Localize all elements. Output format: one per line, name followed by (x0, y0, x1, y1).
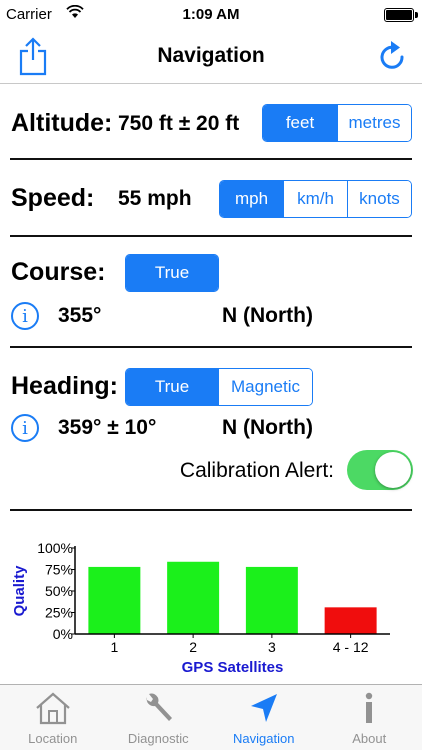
speed-unit-knots[interactable]: knots (347, 181, 411, 217)
gps-satellite-quality-chart: 0% 25% 50% 75% 100% 1 2 3 4 - 12 GPS Satellites Qu… (11, 540, 390, 676)
heading-readout-row: i 359° ± 10° N (North) (0, 412, 422, 446)
altitude-label: Altitude: (11, 109, 113, 137)
divider (10, 235, 412, 237)
heading-info-icon[interactable]: i (11, 414, 39, 442)
tab-about-label: About (352, 731, 387, 746)
bar (245, 566, 298, 634)
altitude-row: Altitude: 750 ft ± 20 ft feet metres (0, 100, 422, 150)
tab-navigation-label: Navigation (233, 731, 295, 746)
calibration-alert-toggle[interactable] (347, 450, 413, 490)
navigation-bar: Navigation (0, 30, 422, 84)
heading-row: Heading: True Magnetic (0, 364, 422, 410)
page-title: Navigation (157, 44, 265, 67)
y-tick-label: 50% (45, 583, 73, 599)
house-icon (36, 692, 70, 725)
course-reference-selector: True (125, 254, 219, 292)
wrench-icon (146, 693, 173, 721)
x-tick-label: 3 (268, 639, 276, 655)
heading-reference-true[interactable]: True (126, 369, 218, 405)
status-bar: Carrier 1:09 AM (0, 0, 422, 30)
x-axis-label: GPS Satellites (182, 659, 284, 676)
y-tick-label: 0% (53, 626, 73, 642)
heading-reference-magnetic[interactable]: Magnetic (218, 369, 312, 405)
divider (10, 346, 412, 348)
tab-navigation[interactable]: Navigation (211, 685, 317, 750)
tab-bar: Location Diagnostic Navigation About (0, 684, 422, 750)
x-tick-label: 2 (189, 639, 197, 655)
calibration-row: Calibration Alert: (0, 450, 422, 492)
divider (10, 158, 412, 160)
speed-unit-mph[interactable]: mph (220, 181, 283, 217)
course-row: Course: True (0, 250, 422, 296)
course-label: Course: (11, 258, 106, 286)
tab-location-label: Location (28, 731, 78, 746)
course-readout-row: i 355° N (North) (0, 300, 422, 334)
bar (324, 607, 377, 634)
speed-unit-kmh[interactable]: km/h (283, 181, 347, 217)
y-axis-label: Quality (11, 565, 28, 617)
bar (167, 561, 220, 634)
tab-about[interactable]: About (317, 685, 422, 750)
info-icon (366, 692, 373, 723)
heading-label: Heading: (11, 372, 118, 400)
altitude-unit-metres[interactable]: metres (337, 105, 411, 141)
altitude-value: 750 ft ± 20 ft (118, 112, 240, 135)
speed-row: Speed: 55 mph mph km/h knots (0, 176, 422, 224)
course-direction: N (North) (222, 304, 313, 327)
x-tick-label: 4 - 12 (333, 639, 369, 655)
tab-location[interactable]: Location (0, 685, 106, 750)
navigation-arrow-icon (250, 694, 277, 722)
battery-icon (384, 8, 418, 22)
heading-reference-selector: True Magnetic (125, 368, 313, 406)
divider (10, 509, 412, 511)
bar (88, 566, 141, 634)
speed-unit-selector: mph km/h knots (219, 180, 412, 218)
speed-value: 55 mph (118, 187, 192, 210)
clock: 1:09 AM (182, 6, 240, 23)
tab-diagnostic-label: Diagnostic (127, 731, 189, 746)
calibration-alert-label: Calibration Alert: (179, 459, 334, 482)
heading-direction: N (North) (222, 416, 313, 439)
course-reference-true[interactable]: True (126, 255, 218, 291)
toggle-knob (375, 452, 411, 488)
course-info-icon[interactable]: i (11, 302, 39, 330)
speed-label: Speed: (11, 184, 95, 212)
altitude-unit-feet[interactable]: feet (263, 105, 337, 141)
tab-diagnostic[interactable]: Diagnostic (106, 685, 212, 750)
course-degrees: 355° (58, 304, 102, 327)
altitude-unit-selector: feet metres (262, 104, 412, 142)
refresh-icon[interactable] (378, 38, 408, 72)
y-tick-label: 75% (45, 562, 73, 578)
x-tick-label: 1 (110, 639, 118, 655)
y-tick-label: 25% (45, 605, 73, 621)
heading-degrees: 359° ± 10° (58, 416, 157, 439)
y-tick-label: 100% (37, 540, 73, 556)
